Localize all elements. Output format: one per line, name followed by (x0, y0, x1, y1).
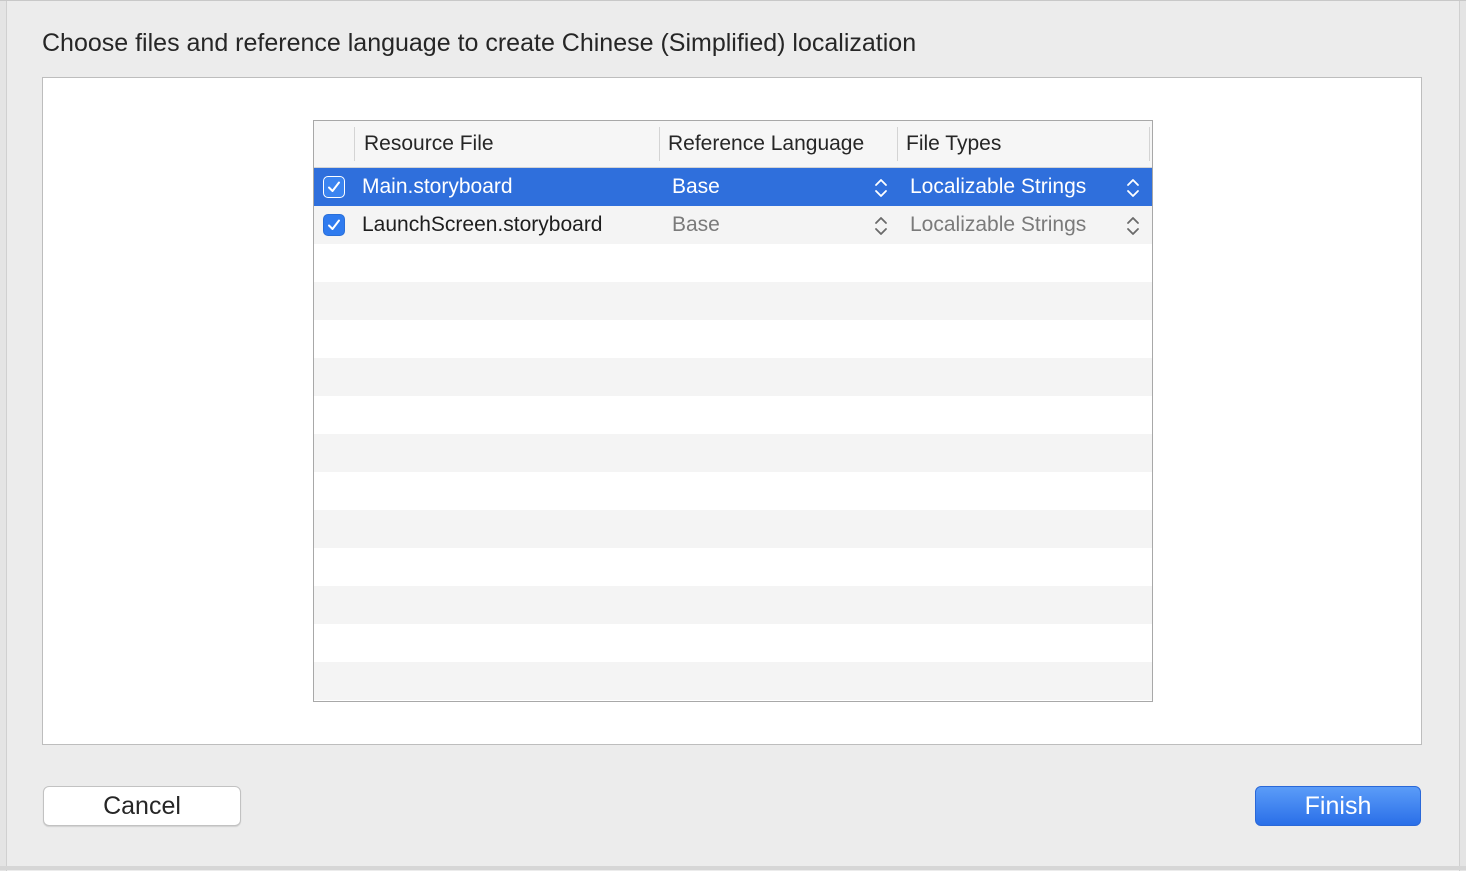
finish-button[interactable]: Finish (1255, 786, 1421, 826)
popup-chevrons-icon (875, 217, 887, 235)
dialog-title: Choose files and reference language to c… (42, 29, 917, 57)
window-bottom-edge (0, 866, 1466, 870)
empty-row (314, 472, 1152, 510)
table-header: Resource File Reference Language File Ty… (314, 121, 1152, 168)
resource-files-table[interactable]: Resource File Reference Language File Ty… (313, 120, 1153, 702)
column-header-file-types[interactable]: File Types (906, 121, 1001, 167)
file-type-popup[interactable]: Localizable Strings (910, 168, 1086, 206)
column-header-resource-file[interactable]: Resource File (364, 121, 494, 167)
popup-chevrons-icon (1127, 179, 1139, 197)
window-right-edge (1459, 1, 1466, 871)
empty-row (314, 396, 1152, 434)
header-separator (659, 127, 660, 161)
table-row-main-storyboard[interactable]: Main.storyboard Base Localizable Strings (314, 168, 1152, 206)
reference-language-popup[interactable]: Base (672, 206, 720, 244)
include-checkbox[interactable] (323, 214, 345, 236)
empty-row (314, 548, 1152, 586)
empty-row (314, 662, 1152, 700)
header-separator (897, 127, 898, 161)
empty-row (314, 510, 1152, 548)
reference-language-popup[interactable]: Base (672, 168, 720, 206)
empty-row (314, 320, 1152, 358)
localization-sheet: Choose files and reference language to c… (0, 0, 1466, 871)
empty-row (314, 282, 1152, 320)
empty-row (314, 434, 1152, 472)
window-left-edge (0, 1, 7, 871)
resource-file-name: LaunchScreen.storyboard (362, 213, 603, 236)
empty-row (314, 586, 1152, 624)
popup-chevrons-icon (1127, 217, 1139, 235)
popup-chevrons-icon (875, 179, 887, 197)
header-separator (1149, 127, 1150, 161)
resource-file-name: Main.storyboard (362, 175, 513, 198)
file-type-popup[interactable]: Localizable Strings (910, 206, 1086, 244)
column-header-reference-language[interactable]: Reference Language (668, 121, 864, 167)
checkmark-icon (328, 181, 340, 192)
cancel-button[interactable]: Cancel (43, 786, 241, 826)
header-separator (354, 127, 355, 161)
empty-row (314, 624, 1152, 662)
content-area: Resource File Reference Language File Ty… (42, 77, 1422, 745)
table-row-launchscreen-storyboard[interactable]: LaunchScreen.storyboard Base Localizable… (314, 206, 1152, 244)
empty-row (314, 244, 1152, 282)
include-checkbox[interactable] (323, 176, 345, 198)
checkmark-icon (328, 219, 340, 230)
empty-row (314, 358, 1152, 396)
